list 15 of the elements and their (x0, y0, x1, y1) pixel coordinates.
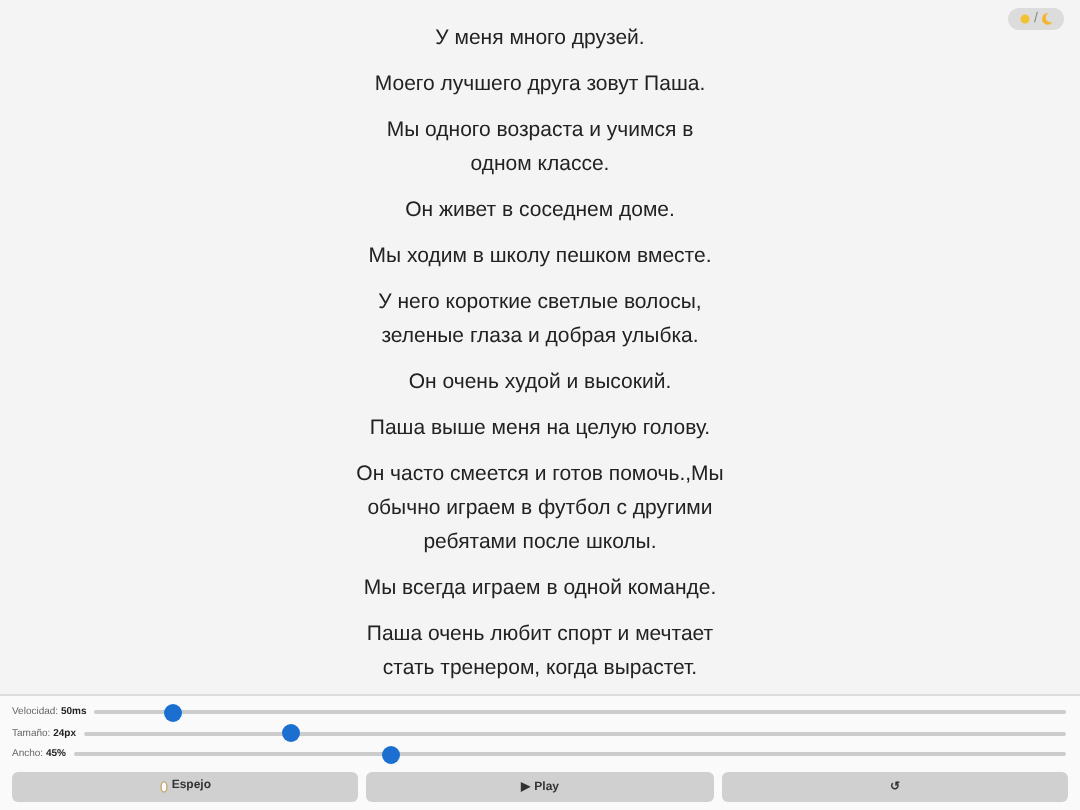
story-paragraph: Он часто смеется и готов помочь.,Мы обычно играем в футбол с другими ребятами после школы. (354, 460, 726, 558)
story-paragraph: Он очень худой и высокий. (406, 368, 674, 398)
story-paragraph: Мы ходим в школу пешком вместе. (366, 242, 714, 272)
mirror-icon (159, 779, 168, 793)
slider[interactable] (83, 731, 1066, 736)
story-paragraph: Паша выше меня на целую голову. (367, 414, 713, 444)
story-paragraph: Моего лучшего друга зовут Паша. (372, 70, 708, 100)
moon-icon (1040, 12, 1054, 26)
story-paragraph: У него короткие светлые волосы, зеленые глаза и добрая улыбка. (376, 288, 704, 352)
sun-icon (1018, 12, 1033, 26)
story-paragraph: Он живет в соседнем доме. (403, 196, 677, 226)
story-paragraph: Мы одного возраста и учимся в одном классе. (384, 116, 696, 180)
story-paragraph: Мы всегда играем в одной команде. (361, 574, 719, 604)
story-paragraph: У меня много друзей. (433, 24, 647, 54)
story-paragraph: Паша очень любит спорт и мечтает стать тренером, когда вырастет. (364, 620, 716, 684)
